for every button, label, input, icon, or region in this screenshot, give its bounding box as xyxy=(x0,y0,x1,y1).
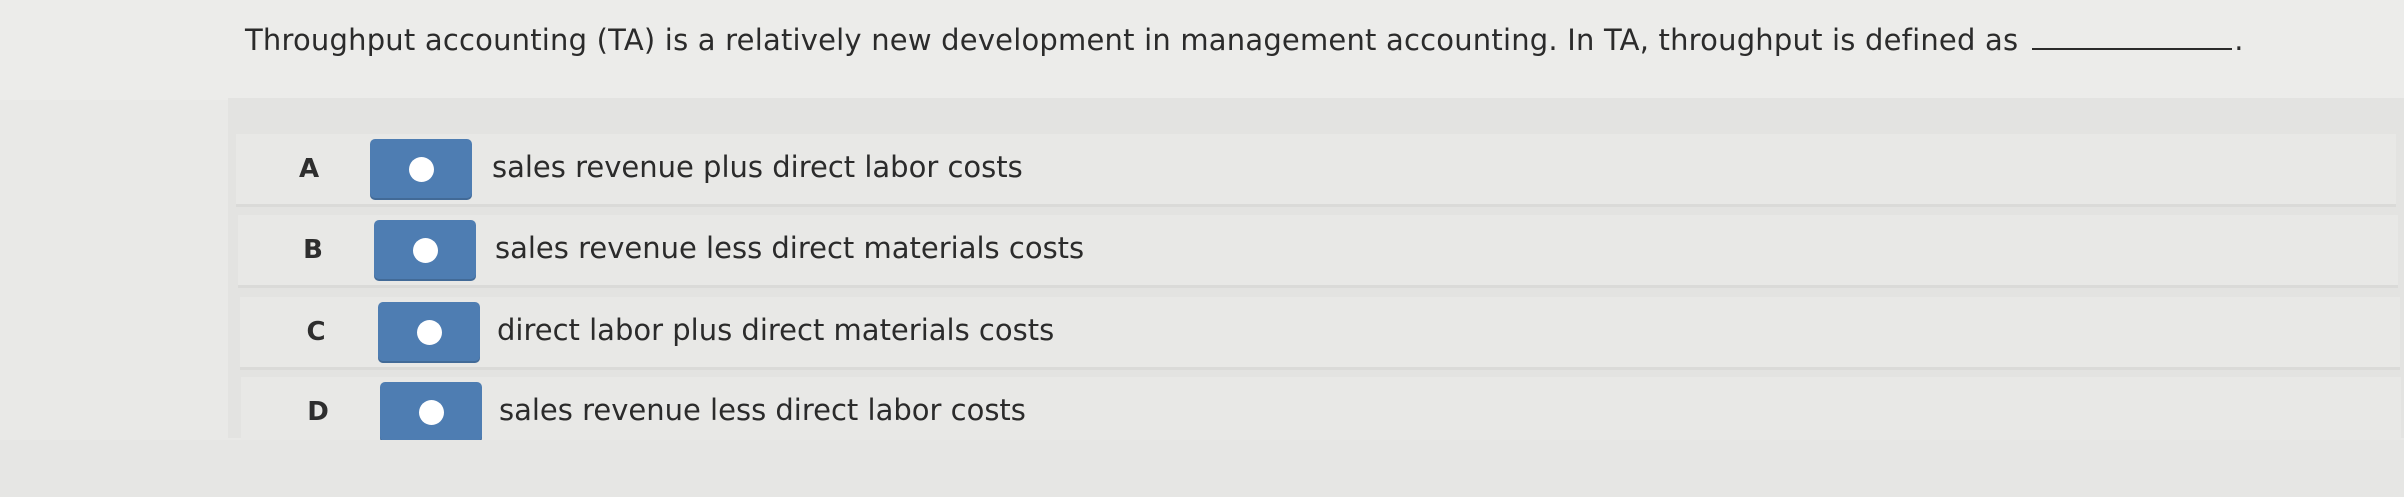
options-panel: A sales revenue plus direct labor costs … xyxy=(228,98,2404,450)
option-c-row[interactable]: C direct labor plus direct materials cos… xyxy=(240,297,2400,370)
radio-circle-icon xyxy=(413,238,438,263)
option-a-text: sales revenue plus direct labor costs xyxy=(492,150,1023,184)
option-b-radio-button[interactable] xyxy=(374,220,476,281)
question-area: Throughput accounting (TA) is a relative… xyxy=(0,0,2404,100)
option-c-radio-button[interactable] xyxy=(378,302,480,363)
radio-circle-icon xyxy=(417,320,442,345)
question-text: Throughput accounting (TA) is a relative… xyxy=(245,23,2019,57)
radio-circle-icon xyxy=(409,157,434,182)
option-c-letter: C xyxy=(306,317,326,347)
option-d-text: sales revenue less direct labor costs xyxy=(499,393,1026,427)
option-d-letter: D xyxy=(307,397,329,427)
question-period: . xyxy=(2234,23,2244,57)
option-a-letter: A xyxy=(298,154,320,184)
option-d-radio-button[interactable] xyxy=(380,382,482,443)
option-a-radio-button[interactable] xyxy=(370,139,472,200)
option-c-text: direct labor plus direct materials costs xyxy=(497,313,1055,347)
option-a-row[interactable]: A sales revenue plus direct labor costs xyxy=(236,134,2396,207)
answer-blank xyxy=(2032,22,2233,50)
bottom-strip xyxy=(0,440,2404,497)
question-prompt: Throughput accounting (TA) is a relative… xyxy=(245,22,2244,57)
radio-circle-icon xyxy=(419,400,444,425)
option-b-row[interactable]: B sales revenue less direct materials co… xyxy=(238,215,2398,288)
option-b-letter: B xyxy=(303,235,323,265)
option-b-text: sales revenue less direct materials cost… xyxy=(495,231,1085,265)
